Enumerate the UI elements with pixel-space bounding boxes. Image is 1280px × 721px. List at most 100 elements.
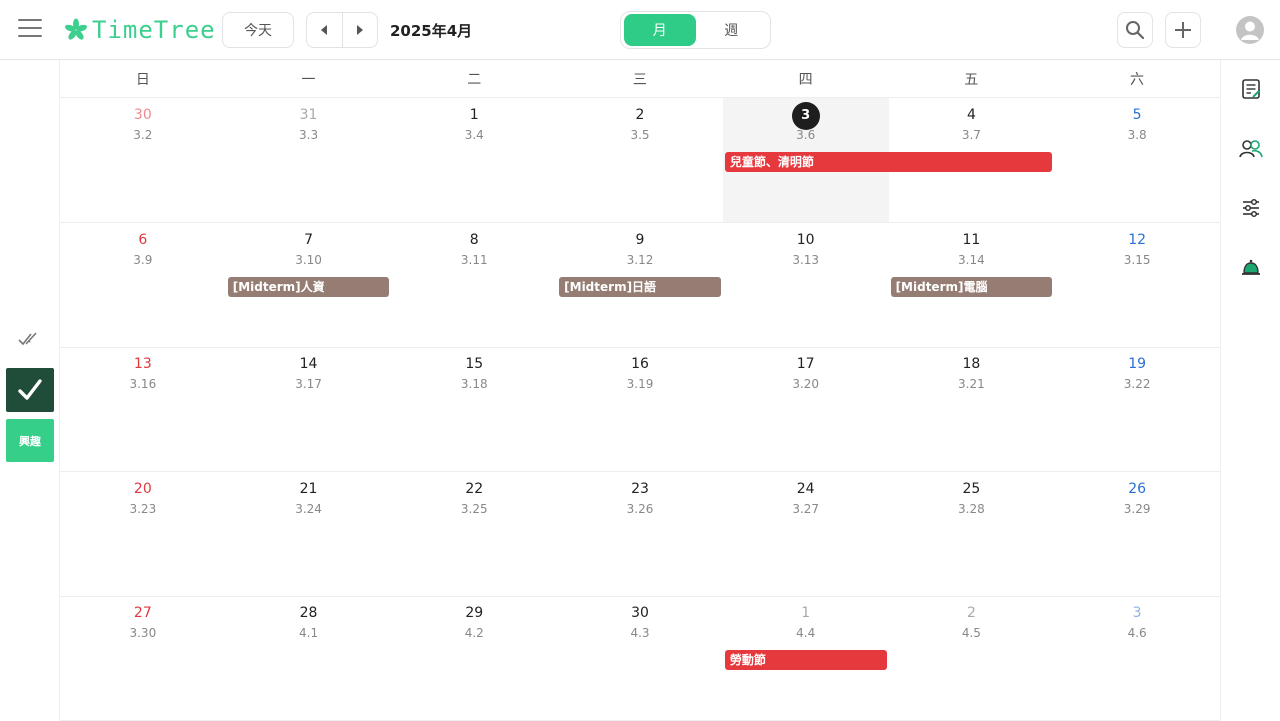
day-cell[interactable]: 28 4.1 <box>226 596 392 720</box>
day-cell[interactable]: 5 3.8 <box>1054 98 1220 222</box>
hamburger-menu-icon[interactable] <box>18 19 42 39</box>
day-number: 18 <box>962 356 981 372</box>
next-month-button[interactable] <box>343 13 378 47</box>
day-cell[interactable]: 8 3.11 <box>391 223 557 347</box>
day-cell[interactable]: 30 3.2 <box>60 98 226 222</box>
day-cell[interactable]: 29 4.2 <box>391 596 557 720</box>
day-number: 7 <box>304 231 313 248</box>
app-logo[interactable]: TimeTree <box>64 14 216 46</box>
lunar-date: 3.30 <box>129 626 157 640</box>
day-cell[interactable]: 24 3.27 <box>723 472 889 596</box>
lunar-date: 3.5 <box>630 128 650 142</box>
lunar-date: 3.20 <box>792 377 820 391</box>
day-number: 12 <box>1128 231 1147 248</box>
memo-icon[interactable] <box>1240 78 1262 100</box>
user-avatar-icon[interactable] <box>1235 15 1265 45</box>
lunar-date: 3.16 <box>129 377 157 391</box>
day-cell[interactable]: 3 4.6 <box>1054 596 1220 720</box>
day-cell[interactable]: 30 4.3 <box>557 596 723 720</box>
lunar-date: 4.3 <box>630 626 650 640</box>
prev-month-button[interactable] <box>307 13 343 47</box>
lunar-date: 3.17 <box>295 377 322 391</box>
day-cell[interactable]: 13 3.16 <box>60 347 226 471</box>
view-month-tab[interactable]: 月 <box>624 14 696 46</box>
right-sidebar <box>1220 60 1280 720</box>
day-cell[interactable]: 31 3.3 <box>226 98 392 222</box>
day-number: 10 <box>796 231 815 248</box>
event-bar[interactable]: 勞動節 <box>724 650 887 670</box>
day-cell[interactable]: 14 3.17 <box>226 347 392 471</box>
lunar-date: 4.1 <box>299 626 319 640</box>
lunar-date: 3.7 <box>961 128 981 142</box>
day-number: 20 <box>133 480 152 497</box>
today-button[interactable]: 今天 <box>222 12 294 48</box>
day-cell[interactable]: 10 3.13 <box>723 223 889 347</box>
week-row: 13 3.16 14 3.17 15 3.18 16 3.19 17 3.20 18 3.21 19 3.… <box>60 347 1220 472</box>
lunar-date: 3.10 <box>295 252 322 267</box>
day-number: 1 <box>469 107 479 123</box>
today-indicator: 3 <box>791 102 820 130</box>
day-cell[interactable]: 2 3.5 <box>557 98 723 222</box>
calendar-selected-tile[interactable] <box>6 368 54 412</box>
day-number: 29 <box>465 605 484 621</box>
day-number: 2 <box>635 107 645 123</box>
lunar-date: 3.9 <box>133 252 153 267</box>
day-cell[interactable]: 15 3.18 <box>391 347 557 471</box>
day-cell[interactable]: 23 3.26 <box>557 472 723 596</box>
day-cell[interactable]: 19 3.22 <box>1054 347 1220 471</box>
lunar-date: 3.6 <box>796 128 816 142</box>
lunar-date: 3.18 <box>460 377 488 391</box>
day-cell[interactable]: 27 3.30 <box>60 596 226 720</box>
members-icon[interactable] <box>1238 138 1264 160</box>
day-cell[interactable]: 21 3.24 <box>226 472 392 596</box>
lunar-date: 3.29 <box>1123 501 1151 516</box>
event-bar[interactable]: [Midterm]電腦 <box>890 276 1053 297</box>
lunar-date: 3.15 <box>1123 252 1151 267</box>
event-bar[interactable]: [Midterm]人資 <box>227 276 390 297</box>
current-month-title: 2025年4月 <box>390 22 473 40</box>
day-number: 11 <box>962 231 981 248</box>
interest-calendar-tile[interactable]: 興趣 <box>6 419 54 462</box>
day-cell[interactable]: 18 3.21 <box>889 347 1055 471</box>
month-navigation <box>306 12 378 48</box>
lunar-date: 3.26 <box>626 501 654 516</box>
week-row: 20 3.23 21 3.24 22 3.25 23 3.26 24 3.27 25 3.28 26 3.… <box>60 472 1220 597</box>
day-cell[interactable]: 22 3.25 <box>391 472 557 596</box>
lunar-date: 3.25 <box>460 501 488 516</box>
day-number: 30 <box>133 107 152 123</box>
day-number: 1 <box>801 605 811 621</box>
weekday-fri: 五 <box>964 72 979 88</box>
day-number: 27 <box>133 605 152 621</box>
weekday-sun: 日 <box>135 72 150 88</box>
caret-right-icon <box>356 25 363 35</box>
view-week-tab[interactable]: 週 <box>696 14 768 46</box>
day-number: 30 <box>631 605 649 621</box>
week-row: 30 3.2 31 3.3 1 3.4 2 3.5 3 3.6 4 3.7 5 3.8 兒童節、清明節 <box>60 98 1220 223</box>
search-button[interactable] <box>1117 12 1153 48</box>
settings-sliders-icon[interactable] <box>1240 197 1262 219</box>
lunar-date: 3.14 <box>958 252 985 267</box>
day-cell[interactable]: 17 3.20 <box>723 347 889 471</box>
day-number: 4 <box>966 107 976 123</box>
lunar-date: 3.8 <box>1127 128 1147 142</box>
day-cell[interactable]: 12 3.15 <box>1054 223 1220 347</box>
weekday-sat: 六 <box>1129 72 1144 88</box>
day-cell[interactable]: 20 3.23 <box>60 472 226 596</box>
day-cell[interactable]: 26 3.29 <box>1054 472 1220 596</box>
day-cell[interactable]: 16 3.19 <box>557 347 723 471</box>
double-check-icon[interactable] <box>18 330 42 348</box>
day-cell[interactable]: 1 3.4 <box>391 98 557 222</box>
event-bar[interactable]: 兒童節、清明節 <box>724 152 1053 172</box>
lunar-date: 3.23 <box>129 501 157 516</box>
day-number: 17 <box>796 356 815 372</box>
month-calendar: 日 一 二 三 四 五 六 30 3.2 31 3.3 1 3.4 2 3.5 3 3.6 4 3.7… <box>60 60 1220 721</box>
day-cell[interactable]: 6 3.9 <box>60 223 226 347</box>
day-cell[interactable]: 2 4.5 <box>889 596 1055 720</box>
notification-bell-icon[interactable] <box>1240 257 1262 279</box>
weekday-wed: 三 <box>632 72 647 88</box>
add-event-button[interactable] <box>1165 12 1201 48</box>
event-bar[interactable]: [Midterm]日語 <box>559 276 721 297</box>
day-number: 28 <box>299 605 318 621</box>
day-cell[interactable]: 25 3.28 <box>889 472 1055 596</box>
day-number: 2 <box>966 605 976 621</box>
